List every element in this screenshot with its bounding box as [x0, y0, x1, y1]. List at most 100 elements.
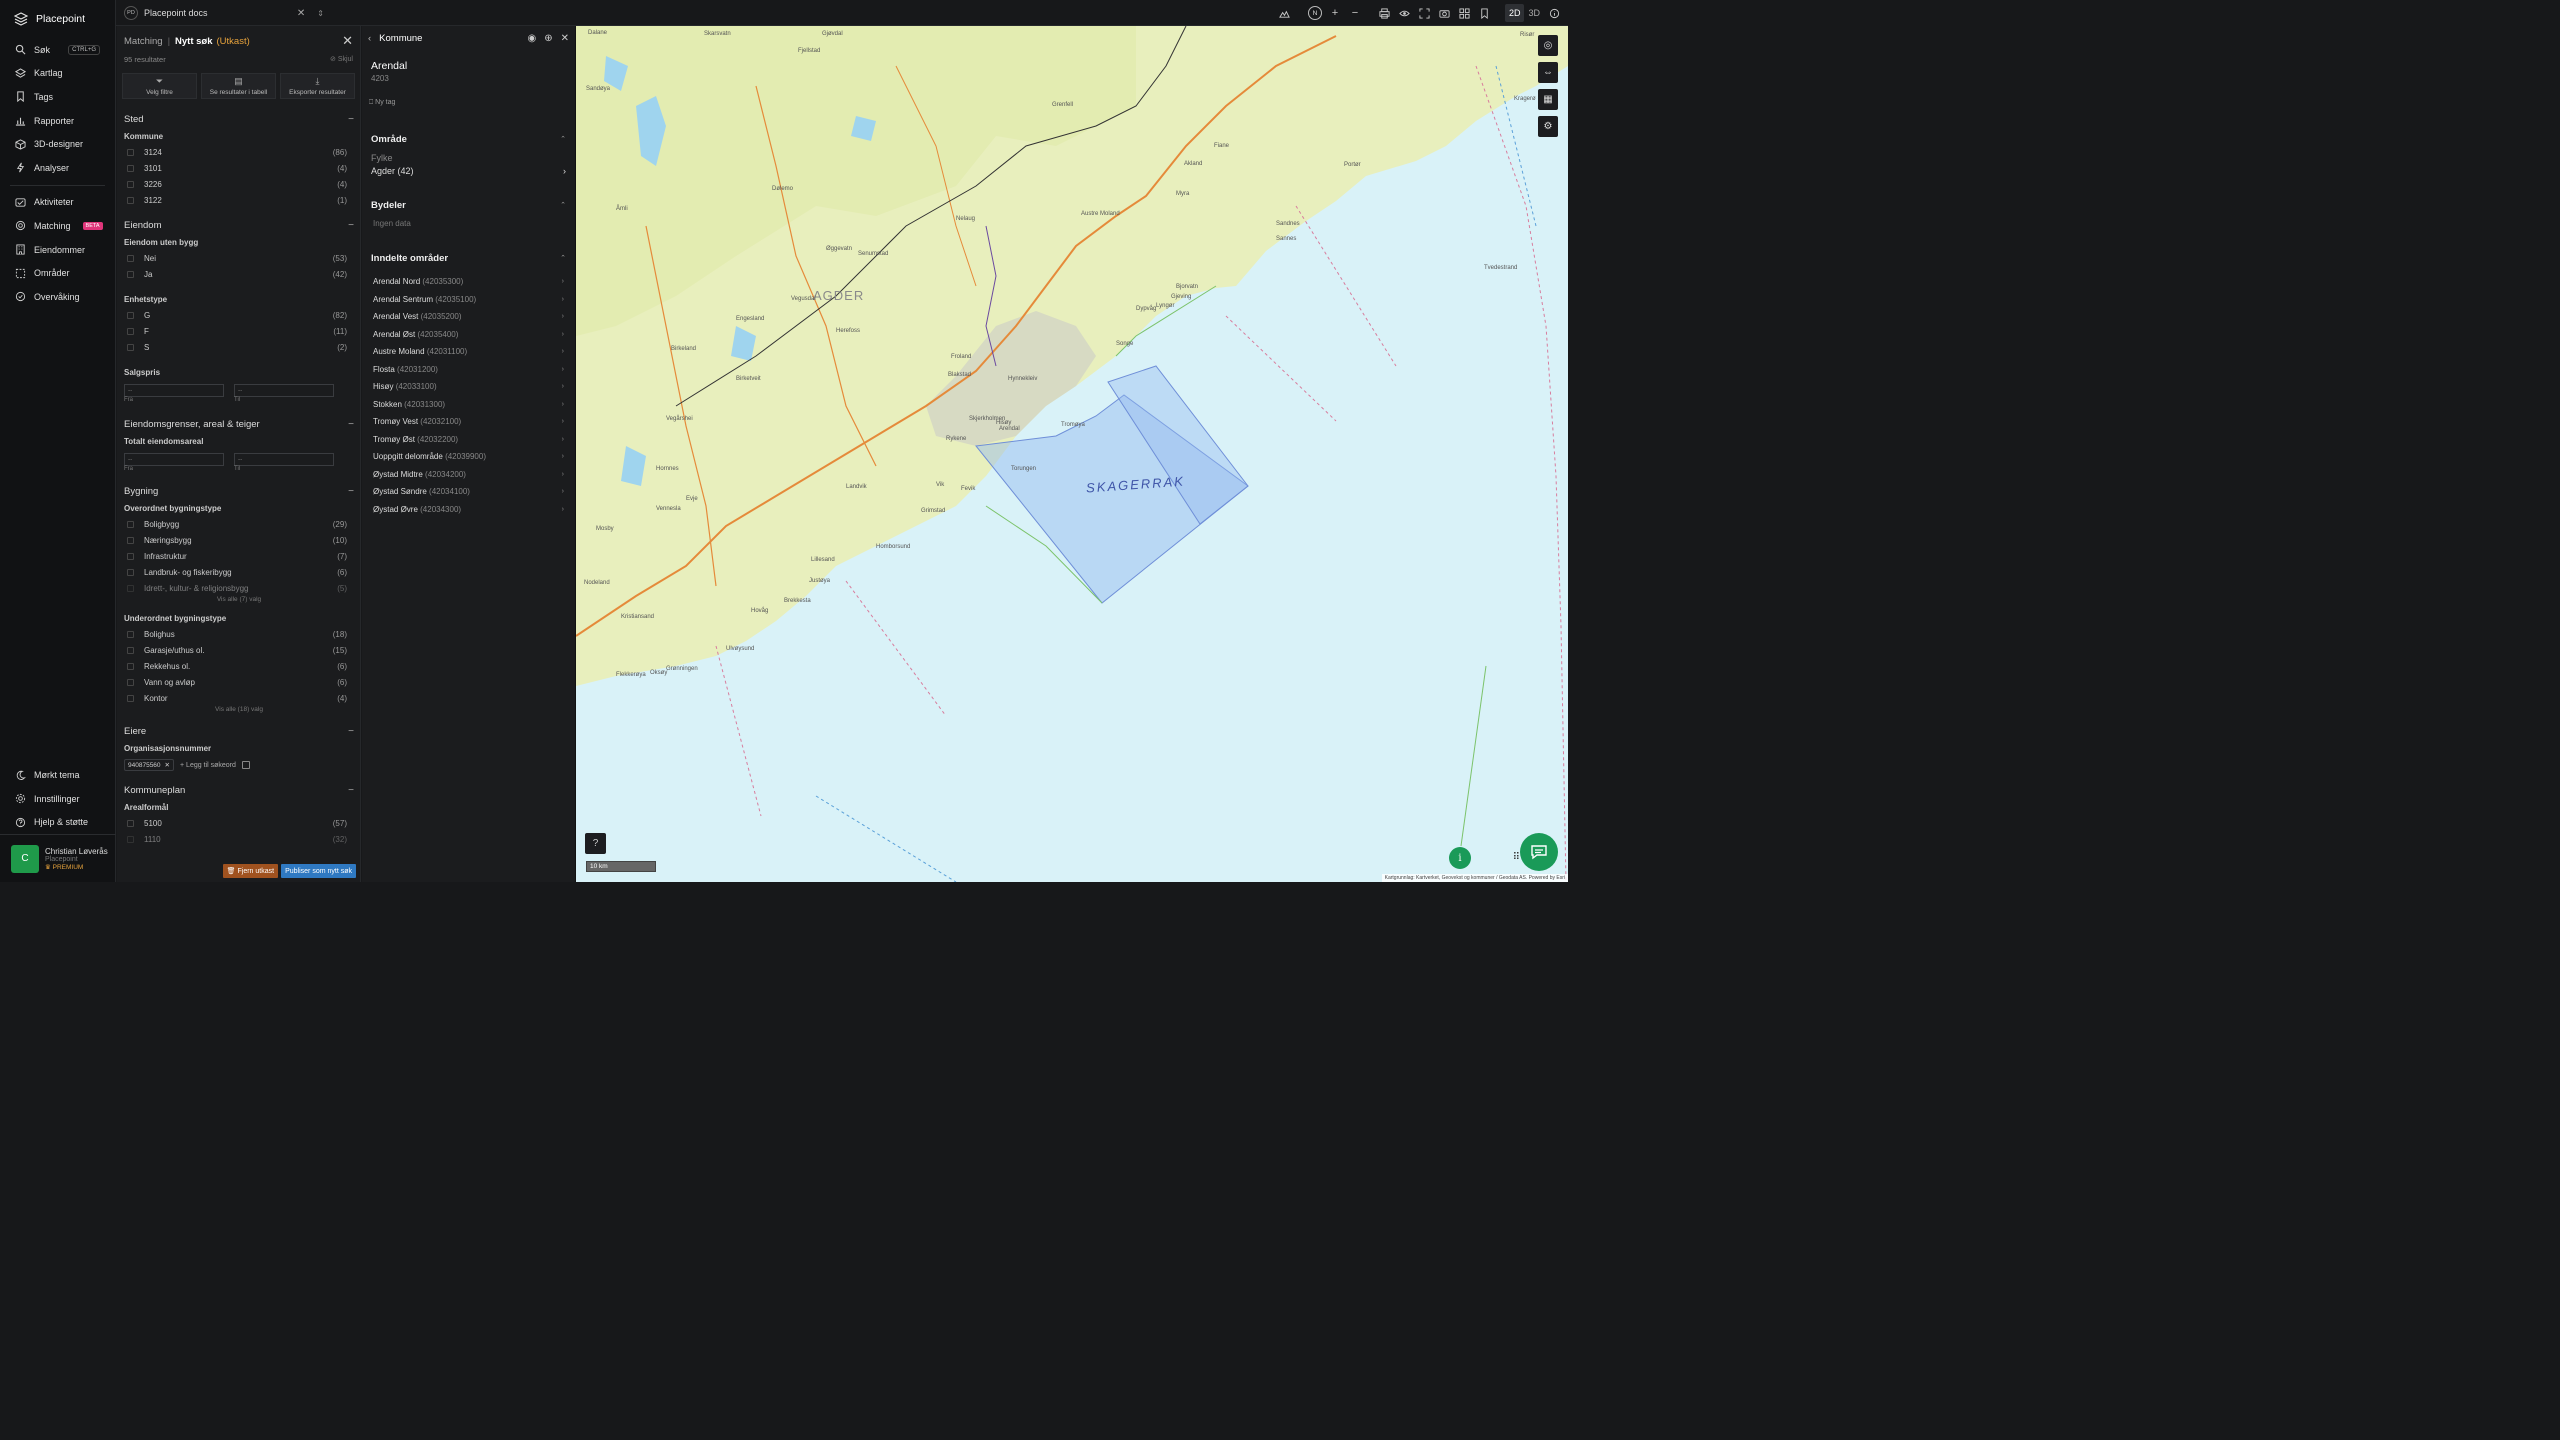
checkbox[interactable] [127, 164, 134, 172]
globe-settings-icon[interactable]: ◎ [1538, 35, 1558, 56]
checkbox[interactable] [127, 343, 134, 351]
user-card[interactable]: C Christian Løverås Placepoint ♛ PREMIUM [0, 834, 116, 882]
checkbox-row[interactable]: Kontor (4) [117, 690, 360, 706]
keyword-chip[interactable]: 940875560 ✕ [124, 759, 174, 771]
section-omrade[interactable]: Område ⌃ [362, 131, 575, 147]
copy-icon[interactable] [241, 761, 250, 769]
terrain-icon[interactable] [1275, 3, 1295, 23]
checkbox-row[interactable]: Ja (42) [117, 266, 360, 282]
checkbox[interactable] [127, 584, 134, 592]
checkbox[interactable] [127, 678, 134, 686]
chevron-up-icon[interactable]: ⌃ [560, 135, 566, 143]
district-row[interactable]: Tromøy Øst (42032200) › [362, 431, 575, 449]
checkbox[interactable] [127, 646, 134, 654]
nav-item-settings[interactable]: Innstillinger [0, 787, 116, 811]
checkbox-row[interactable]: 5100 (57) [117, 815, 360, 831]
district-row[interactable]: Arendal Nord (42035300) › [362, 273, 575, 291]
chevron-up-icon[interactable]: ⌃ [560, 254, 566, 262]
measure-icon[interactable]: ⇔ [1538, 62, 1558, 83]
checkbox-row[interactable]: S (2) [117, 339, 360, 355]
section-eiendom[interactable]: Eiendom − [117, 216, 360, 234]
show-all-link[interactable]: Vis alle (7) valg [117, 596, 360, 606]
collapse-icon[interactable]: − [348, 114, 354, 125]
breadcrumb-matching[interactable]: Matching [124, 36, 163, 47]
checkbox-row[interactable]: G (82) [117, 307, 360, 323]
collapse-icon[interactable]: − [348, 785, 354, 796]
nav-item-3d-designer[interactable]: 3D-designer [0, 132, 115, 156]
section-kommuneplan[interactable]: Kommuneplan − [117, 781, 360, 799]
district-row[interactable]: Flosta (42031200) › [362, 361, 575, 379]
checkbox-row[interactable]: 3226 (4) [117, 176, 360, 192]
district-row[interactable]: Austre Moland (42031100) › [362, 343, 575, 361]
checkbox-row[interactable]: Vann og avløp (6) [117, 674, 360, 690]
checkbox-row[interactable]: Næringsbygg (10) [117, 532, 360, 548]
chevron-updown-icon[interactable]: ⇕ [317, 9, 324, 18]
export-button[interactable]: ⤓ Eksporter resultater [280, 73, 355, 99]
checkbox[interactable] [127, 552, 134, 560]
zoom-out-button[interactable]: − [1345, 3, 1365, 23]
fullscreen-icon[interactable] [1415, 3, 1435, 23]
checkbox[interactable] [127, 819, 134, 827]
nav-item-analyser[interactable]: Analyser [0, 156, 115, 180]
chevron-up-icon[interactable]: ⌃ [560, 201, 566, 209]
publish-button[interactable]: Publiser som nytt søk [281, 864, 356, 878]
checkbox-row[interactable]: Landbruk- og fiskeribygg (6) [117, 564, 360, 580]
district-row[interactable]: Øystad Øvre (42034300) › [362, 501, 575, 519]
document-tab[interactable]: PD Placepoint docs ✕ ⇕ [124, 4, 324, 22]
nav-item-aktiviteter[interactable]: Aktiviteter [0, 191, 115, 215]
section-sted[interactable]: Sted − [117, 110, 360, 128]
nav-item-kartlag[interactable]: Kartlag [0, 62, 115, 86]
district-row[interactable]: Øystad Midtre (42034200) › [362, 466, 575, 484]
info-icon[interactable]: i [1449, 847, 1471, 869]
checkbox[interactable] [127, 630, 134, 638]
nav-item-rapporter[interactable]: Rapporter [0, 109, 115, 133]
checkbox[interactable] [127, 180, 134, 188]
checkbox[interactable] [127, 835, 134, 843]
nav-item-search[interactable]: Søk CTRL+G [0, 38, 115, 62]
hide-button[interactable]: ⊘ Skjul [330, 55, 353, 63]
nav-item-help[interactable]: Hjelp & støtte [0, 810, 116, 834]
show-all-link[interactable]: Vis alle (18) valg [117, 706, 360, 716]
drag-handle-icon[interactable]: ⠿ [1513, 852, 1520, 863]
checkbox[interactable] [127, 148, 134, 156]
district-row[interactable]: Arendal Sentrum (42035100) › [362, 291, 575, 309]
close-icon[interactable]: ✕ [165, 761, 170, 769]
eye-icon[interactable] [1395, 3, 1415, 23]
close-icon[interactable]: ✕ [297, 8, 305, 19]
checkbox[interactable] [127, 694, 134, 702]
compass-button[interactable]: N [1305, 3, 1325, 23]
checkbox[interactable] [127, 662, 134, 670]
fylke-link[interactable]: Agder (42) › [362, 163, 575, 179]
price-from-input[interactable] [124, 384, 224, 397]
view-3d-button[interactable]: 3D [1524, 4, 1544, 22]
checkbox[interactable] [127, 270, 134, 278]
checkbox-row[interactable]: Garasje/uthus ol. (15) [117, 642, 360, 658]
map-view[interactable]: AGDER SKAGERRAK Dalane Skarsvatn Gjøvdal Fj… [576, 26, 1568, 882]
collapse-icon[interactable]: − [348, 486, 354, 497]
district-row[interactable]: Arendal Vest (42035200) › [362, 308, 575, 326]
checkbox-row[interactable]: Infrastruktur (7) [117, 548, 360, 564]
settings-slider-icon[interactable]: ⚙︎ [1538, 116, 1558, 137]
chevron-left-icon[interactable]: ‹ [368, 33, 371, 44]
area-to-input[interactable] [234, 453, 334, 466]
choose-filters-button[interactable]: ⏷ Velg filtre [122, 73, 197, 99]
checkbox[interactable] [127, 520, 134, 528]
collapse-icon[interactable]: − [348, 220, 354, 231]
brand[interactable]: Placepoint [0, 0, 115, 38]
nav-item-overvaking[interactable]: Overvåking [0, 285, 115, 309]
close-icon[interactable]: ✕ [561, 33, 569, 44]
zoom-in-button[interactable]: + [1325, 3, 1345, 23]
camera-icon[interactable] [1435, 3, 1455, 23]
nav-item-dark-theme[interactable]: Mørkt tema [0, 763, 116, 787]
nav-item-omrader[interactable]: Områder [0, 261, 115, 285]
close-panel-button[interactable]: ✕ [342, 33, 353, 49]
help-icon[interactable]: ? [585, 833, 606, 854]
price-to-input[interactable] [234, 384, 334, 397]
district-row[interactable]: Tromøy Vest (42032100) › [362, 413, 575, 431]
district-row[interactable]: Hisøy (42033100) › [362, 378, 575, 396]
checkbox-row[interactable]: F (11) [117, 323, 360, 339]
checkbox[interactable] [127, 196, 134, 204]
checkbox[interactable] [127, 327, 134, 335]
checkbox[interactable] [127, 568, 134, 576]
checkbox-row[interactable]: 3122 (1) [117, 192, 360, 208]
